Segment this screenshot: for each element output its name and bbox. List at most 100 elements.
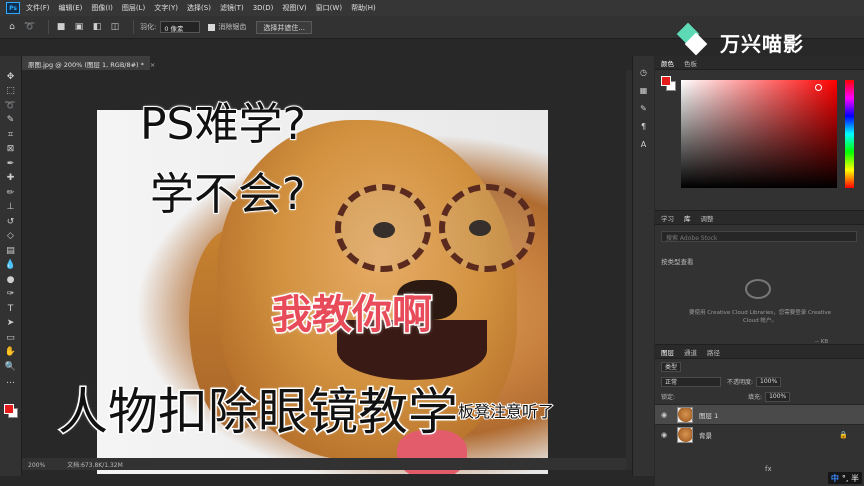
document-tab[interactable]: 原图.jpg @ 200% (图层 1, RGB/8#) * × [22, 56, 155, 70]
layer-filter-row: 类型 [655, 359, 864, 374]
layer-thumbnail [677, 406, 693, 423]
fill-input[interactable]: 100% [765, 391, 791, 402]
close-icon[interactable]: × [150, 61, 155, 69]
brush-settings-icon[interactable]: ✎ [638, 102, 650, 114]
tab-learn[interactable]: 学习 [661, 213, 674, 223]
tab-swatches[interactable]: 色板 [684, 58, 697, 68]
new-selection-icon[interactable]: ■ [55, 21, 67, 33]
feather-input[interactable]: 0 像素 [160, 21, 201, 33]
layer-name: 背景 [699, 431, 712, 440]
status-bar: 200% 文档:673.8K/1.32M [22, 458, 628, 470]
brush-tool-icon[interactable]: ✏ [4, 186, 18, 199]
view-by-type[interactable]: 按类型查看 [661, 256, 694, 266]
feather-label: 羽化: [140, 23, 157, 31]
blend-row: 正常 不透明度: 100% [655, 374, 864, 389]
fill-label: 填充: [748, 394, 763, 401]
subtract-selection-icon[interactable]: ◧ [91, 21, 103, 33]
tab-libraries[interactable]: 库 [684, 213, 691, 223]
menu-image[interactable]: 图像(I) [91, 3, 113, 13]
caption-line1: PS难学? [139, 98, 307, 151]
layer-row[interactable]: ◉ 图层 1 [655, 404, 864, 424]
add-selection-icon[interactable]: ▣ [73, 21, 85, 33]
crop-tool-icon[interactable]: ⌗ [4, 128, 18, 141]
lasso-tool-icon[interactable]: ➰ [4, 99, 18, 112]
tab-color[interactable]: 颜色 [661, 58, 674, 68]
caption-line2: 学不会? [149, 168, 306, 221]
quick-select-icon[interactable]: ✎ [4, 114, 18, 127]
rectangle-tool-icon[interactable]: ▭ [4, 331, 18, 344]
frame-tool-icon[interactable]: ⊠ [4, 143, 18, 156]
blur-tool-icon[interactable]: 💧 [4, 259, 18, 272]
creative-cloud-icon [745, 279, 771, 299]
color-picker-handle[interactable] [815, 84, 822, 91]
document-info: 文档:673.8K/1.32M [67, 462, 123, 469]
paragraph-icon[interactable]: ¶ [638, 120, 650, 132]
properties-icon[interactable]: ▦ [638, 84, 650, 96]
clone-stamp-icon[interactable]: ⊥ [4, 201, 18, 214]
menu-type[interactable]: 文字(Y) [154, 3, 178, 13]
lasso-tool-icon[interactable]: ➰ [24, 21, 36, 33]
tab-channels[interactable]: 通道 [684, 347, 697, 357]
menu-filter[interactable]: 滤镜(T) [220, 3, 244, 13]
divider [133, 20, 134, 34]
menu-view[interactable]: 视图(V) [282, 3, 306, 13]
color-field[interactable] [681, 80, 837, 188]
pen-tool-icon[interactable]: ✑ [4, 288, 18, 301]
glasses-selection [335, 184, 431, 272]
foreground-color-chip[interactable] [661, 76, 671, 86]
menu-layer[interactable]: 图层(L) [122, 3, 145, 13]
opacity-input[interactable]: 100% [756, 376, 782, 387]
healing-brush-icon[interactable]: ✚ [4, 172, 18, 185]
more-tools-icon[interactable]: … [4, 375, 18, 388]
path-select-icon[interactable]: ➤ [4, 317, 18, 330]
zoom-tool-icon[interactable]: 🔍 [4, 360, 18, 373]
visibility-eye-icon[interactable]: ◉ [661, 411, 671, 419]
color-panel-tabs: 颜色 色板 [655, 56, 864, 70]
visibility-eye-icon[interactable]: ◉ [661, 431, 671, 439]
lock-label: 锁定: [661, 394, 676, 401]
document-title: 原图.jpg @ 200% (图层 1, RGB/8#) * [28, 61, 144, 69]
layer-thumbnail [677, 426, 693, 443]
hue-slider[interactable] [845, 80, 854, 188]
menu-3d[interactable]: 3D(D) [253, 4, 274, 12]
menu-help[interactable]: 帮助(H) [351, 3, 376, 13]
tab-paths[interactable]: 路径 [707, 347, 720, 357]
layer-kind-select[interactable]: 类型 [661, 361, 682, 372]
menu-window[interactable]: 窗口(W) [316, 3, 342, 13]
brand-name: 万兴喵影 [720, 31, 804, 56]
ime-indicator[interactable]: 中 °, 半 [827, 472, 862, 484]
menu-select[interactable]: 选择(S) [187, 3, 211, 13]
menu-file[interactable]: 文件(F) [26, 3, 50, 13]
divider [48, 20, 49, 34]
libraries-panel: 学习 库 调整 搜索 Adobe Stock 按类型查看 要使用 Creativ… [655, 210, 864, 350]
layer-name: 图层 1 [699, 411, 719, 420]
history-icon[interactable]: ◷ [638, 66, 650, 78]
antialias-checkbox[interactable] [208, 23, 216, 31]
dodge-tool-icon[interactable]: ● [4, 273, 18, 286]
eyedropper-icon[interactable]: ✒ [4, 157, 18, 170]
foreground-color-swatch[interactable] [4, 404, 14, 414]
photoshop-window: Ps 文件(F) 编辑(E) 图像(I) 图层(L) 文字(Y) 选择(S) 滤… [0, 0, 864, 486]
antialias-label: 消除锯齿 [218, 23, 247, 31]
zoom-level[interactable]: 200% [28, 462, 45, 469]
tab-layers[interactable]: 图层 [661, 347, 674, 357]
gradient-tool-icon[interactable]: ▤ [4, 244, 18, 257]
tab-adjustments[interactable]: 调整 [701, 213, 714, 223]
type-tool-icon[interactable]: T [4, 302, 18, 315]
marquee-tool-icon[interactable]: ⬚ [4, 85, 18, 98]
layer-row[interactable]: ◉ 背景 🔒 [655, 424, 864, 444]
eraser-icon[interactable]: ◇ [4, 230, 18, 243]
character-icon[interactable]: A [638, 138, 650, 150]
select-and-mask-button[interactable]: 选择并遮住... [256, 20, 313, 34]
blend-mode-select[interactable]: 正常 [661, 376, 721, 387]
hand-tool-icon[interactable]: ✋ [4, 346, 18, 359]
fx-icon[interactable]: fx [765, 465, 772, 473]
home-icon[interactable]: ⌂ [6, 21, 18, 33]
caption-subtitle: 板凳注意听了 [457, 401, 555, 422]
intersect-selection-icon[interactable]: ◫ [109, 21, 121, 33]
stock-search-input[interactable]: 搜索 Adobe Stock [661, 231, 857, 242]
history-brush-icon[interactable]: ↺ [4, 215, 18, 228]
move-tool-icon[interactable]: ✥ [4, 70, 18, 83]
menu-edit[interactable]: 编辑(E) [59, 3, 83, 13]
layers-panel: 图层 通道 路径 类型 正常 不透明度: 100% 锁定: 填充: 100% ◉… [655, 344, 864, 486]
